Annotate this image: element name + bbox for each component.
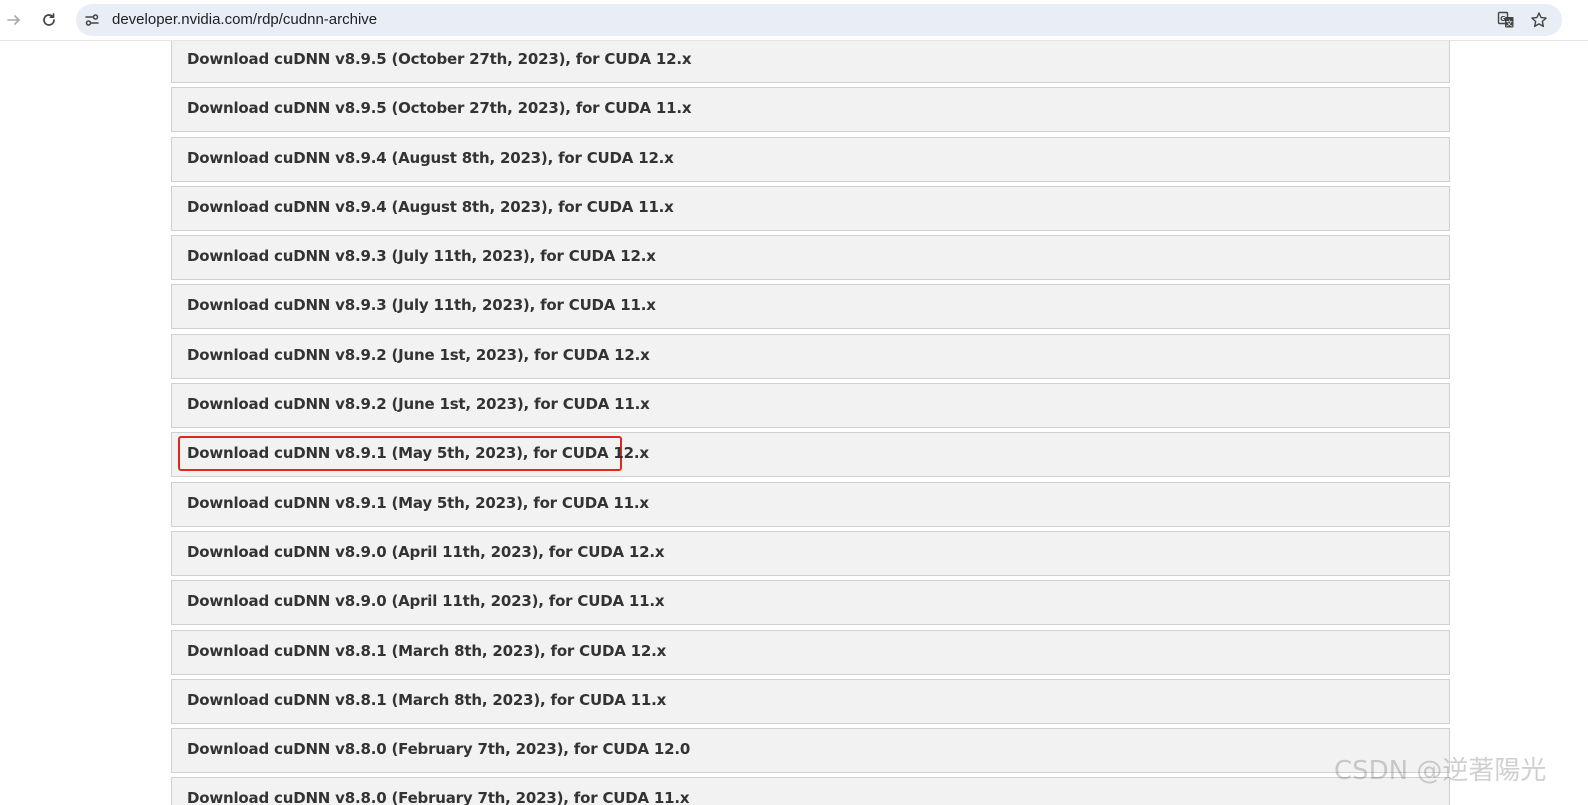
download-item[interactable]: Download cuDNN v8.9.4 (August 8th, 2023)… bbox=[171, 185, 1450, 231]
download-item[interactable]: Download cuDNN v8.9.2 (June 1st, 2023), … bbox=[171, 333, 1450, 379]
download-link[interactable]: Download cuDNN v8.8.1 (March 8th, 2023),… bbox=[187, 631, 666, 672]
download-link[interactable]: Download cuDNN v8.9.1 (May 5th, 2023), f… bbox=[187, 433, 649, 474]
download-item[interactable]: Download cuDNN v8.9.4 (August 8th, 2023)… bbox=[171, 136, 1450, 182]
download-link[interactable]: Download cuDNN v8.8.0 (February 7th, 202… bbox=[187, 729, 690, 770]
download-link[interactable]: Download cuDNN v8.9.4 (August 8th, 2023)… bbox=[187, 187, 674, 228]
download-list: Download cuDNN v8.9.5 (October 27th, 202… bbox=[171, 41, 1452, 805]
download-link[interactable]: Download cuDNN v8.8.0 (February 7th, 202… bbox=[187, 778, 690, 805]
page-content: Download cuDNN v8.9.5 (October 27th, 202… bbox=[0, 41, 1588, 805]
download-item[interactable]: Download cuDNN v8.9.0 (April 11th, 2023)… bbox=[171, 530, 1450, 576]
forward-arrow-icon[interactable] bbox=[2, 8, 26, 32]
download-item[interactable]: Download cuDNN v8.8.1 (March 8th, 2023),… bbox=[171, 629, 1450, 675]
download-item[interactable]: Download cuDNN v8.9.5 (October 27th, 202… bbox=[171, 87, 1450, 133]
download-link[interactable]: Download cuDNN v8.9.5 (October 27th, 202… bbox=[187, 41, 692, 80]
download-item[interactable]: Download cuDNN v8.9.2 (June 1st, 2023), … bbox=[171, 383, 1450, 429]
download-link[interactable]: Download cuDNN v8.9.1 (May 5th, 2023), f… bbox=[187, 483, 649, 524]
download-link[interactable]: Download cuDNN v8.9.5 (October 27th, 202… bbox=[187, 88, 692, 129]
address-bar[interactable]: developer.nvidia.com/rdp/cudnn-archive G… bbox=[76, 4, 1562, 36]
reload-icon[interactable] bbox=[37, 8, 61, 32]
browser-toolbar: developer.nvidia.com/rdp/cudnn-archive G… bbox=[0, 0, 1588, 41]
download-link[interactable]: Download cuDNN v8.9.3 (July 11th, 2023),… bbox=[187, 285, 656, 326]
bookmark-star-icon[interactable] bbox=[1527, 8, 1551, 32]
svg-text:文: 文 bbox=[1506, 19, 1513, 28]
site-settings-icon[interactable] bbox=[80, 8, 104, 32]
download-item[interactable]: Download cuDNN v8.9.3 (July 11th, 2023),… bbox=[171, 235, 1450, 281]
download-link[interactable]: Download cuDNN v8.9.3 (July 11th, 2023),… bbox=[187, 236, 656, 277]
download-item[interactable]: Download cuDNN v8.8.0 (February 7th, 202… bbox=[171, 728, 1450, 774]
download-link[interactable]: Download cuDNN v8.9.2 (June 1st, 2023), … bbox=[187, 384, 650, 425]
download-link[interactable]: Download cuDNN v8.9.0 (April 11th, 2023)… bbox=[187, 581, 665, 622]
download-link[interactable]: Download cuDNN v8.9.4 (August 8th, 2023)… bbox=[187, 138, 674, 179]
download-link[interactable]: Download cuDNN v8.9.2 (June 1st, 2023), … bbox=[187, 335, 650, 376]
translate-icon[interactable]: G 文 bbox=[1494, 8, 1518, 32]
download-item[interactable]: Download cuDNN v8.9.5 (October 27th, 202… bbox=[171, 41, 1450, 83]
download-item[interactable]: Download cuDNN v8.8.1 (March 8th, 2023),… bbox=[171, 678, 1450, 724]
download-item[interactable]: Download cuDNN v8.9.0 (April 11th, 2023)… bbox=[171, 580, 1450, 626]
download-item[interactable]: Download cuDNN v8.9.3 (July 11th, 2023),… bbox=[171, 284, 1450, 330]
download-link[interactable]: Download cuDNN v8.8.1 (March 8th, 2023),… bbox=[187, 680, 666, 721]
url-text[interactable]: developer.nvidia.com/rdp/cudnn-archive bbox=[112, 4, 377, 36]
download-link[interactable]: Download cuDNN v8.9.0 (April 11th, 2023)… bbox=[187, 532, 665, 573]
download-item-highlighted[interactable]: Download cuDNN v8.9.1 (May 5th, 2023), f… bbox=[171, 432, 1450, 478]
download-item[interactable]: Download cuDNN v8.9.1 (May 5th, 2023), f… bbox=[171, 481, 1450, 527]
download-item[interactable]: Download cuDNN v8.8.0 (February 7th, 202… bbox=[171, 777, 1450, 805]
